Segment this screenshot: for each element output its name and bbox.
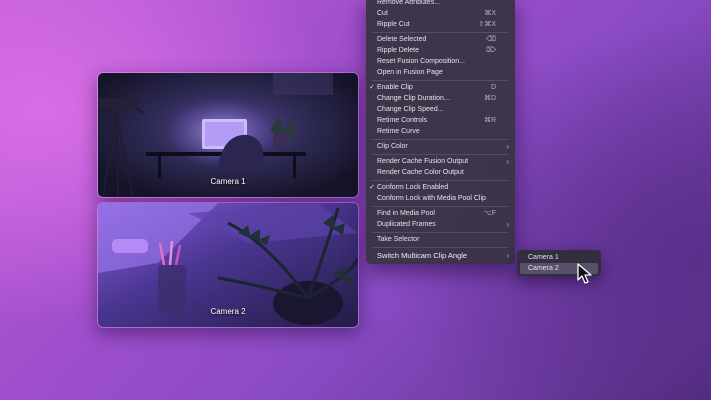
clip-thumbnail-camera-2[interactable]: Camera 2 <box>97 202 359 328</box>
shortcut-label: ⌘D <box>483 95 496 102</box>
timeline-clip-context-menu: Remove Attributes... Cut ⌘X Ripple Cut ⇧⌘X… <box>366 0 515 264</box>
menu-item-ripple-delete[interactable]: Ripple Delete ⌦ <box>366 45 515 56</box>
menu-item-cut[interactable]: Cut ⌘X <box>366 8 515 19</box>
menu-item-find-in-media-pool[interactable]: Find in Media Pool ⌥F <box>366 208 515 219</box>
menu-item-enable-clip[interactable]: ✓ Enable Clip D <box>366 82 515 93</box>
clip-label: Camera 2 <box>210 307 246 316</box>
menu-separator <box>372 180 509 181</box>
menu-item-retime-controls[interactable]: Retime Controls ⌘R <box>366 115 515 126</box>
menu-separator <box>372 139 509 140</box>
menu-separator <box>372 154 509 155</box>
menu-item-render-cache-fusion-output[interactable]: Render Cache Fusion Output › <box>366 156 515 167</box>
menu-item-delete-selected[interactable]: Delete Selected ⌫ <box>366 34 515 45</box>
menu-separator <box>372 232 509 233</box>
shortcut-label: ⇧⌘X <box>478 21 496 28</box>
shortcut-label: ⌥F <box>483 210 496 217</box>
clip-label: Camera 1 <box>210 177 246 186</box>
shortcut-label: ⌘R <box>483 117 496 124</box>
chevron-right-icon: › <box>506 251 509 260</box>
menu-item-conform-lock-enabled[interactable]: ✓ Conform Lock Enabled <box>366 182 515 193</box>
chevron-right-icon: › <box>506 142 509 151</box>
chevron-right-icon: › <box>506 157 509 166</box>
submenu-item-camera-1[interactable]: Camera 1 <box>520 252 598 263</box>
clip-thumbnail-camera-1[interactable]: Camera 1 <box>97 72 359 198</box>
menu-item-remove-attributes[interactable]: Remove Attributes... <box>366 0 515 8</box>
shortcut-label: D <box>490 84 496 91</box>
menu-item-duplicated-frames[interactable]: Duplicated Frames › <box>366 219 515 230</box>
menu-separator <box>372 80 509 81</box>
checkmark-icon: ✓ <box>369 84 375 91</box>
chevron-right-icon: › <box>506 220 509 229</box>
menu-item-switch-multicam-clip-angle[interactable]: Switch Multicam Clip Angle › <box>366 249 515 262</box>
menu-item-reset-fusion-composition[interactable]: Reset Fusion Composition... <box>366 56 515 67</box>
mouse-pointer-icon <box>577 263 592 284</box>
menu-item-retime-curve[interactable]: Retime Curve <box>366 126 515 137</box>
menu-item-ripple-cut[interactable]: Ripple Cut ⇧⌘X <box>366 19 515 30</box>
checkmark-icon: ✓ <box>369 184 375 191</box>
menu-item-change-clip-speed[interactable]: Change Clip Speed... <box>366 104 515 115</box>
shortcut-label: ⌦ <box>486 47 496 54</box>
menu-item-open-in-fusion-page[interactable]: Open in Fusion Page <box>366 67 515 78</box>
menu-separator <box>372 247 509 248</box>
shortcut-label: ⌫ <box>486 36 496 43</box>
menu-item-render-cache-color-output[interactable]: Render Cache Color Output <box>366 167 515 178</box>
menu-item-clip-color[interactable]: Clip Color › <box>366 141 515 152</box>
menu-item-change-clip-duration[interactable]: Change Clip Duration... ⌘D <box>366 93 515 104</box>
shortcut-label: ⌘X <box>484 10 496 17</box>
menu-item-conform-lock-with-media-pool-clip[interactable]: Conform Lock with Media Pool Clip <box>366 193 515 204</box>
menu-separator <box>372 206 509 207</box>
menu-separator <box>372 32 509 33</box>
menu-item-take-selector[interactable]: Take Selector <box>366 234 515 245</box>
